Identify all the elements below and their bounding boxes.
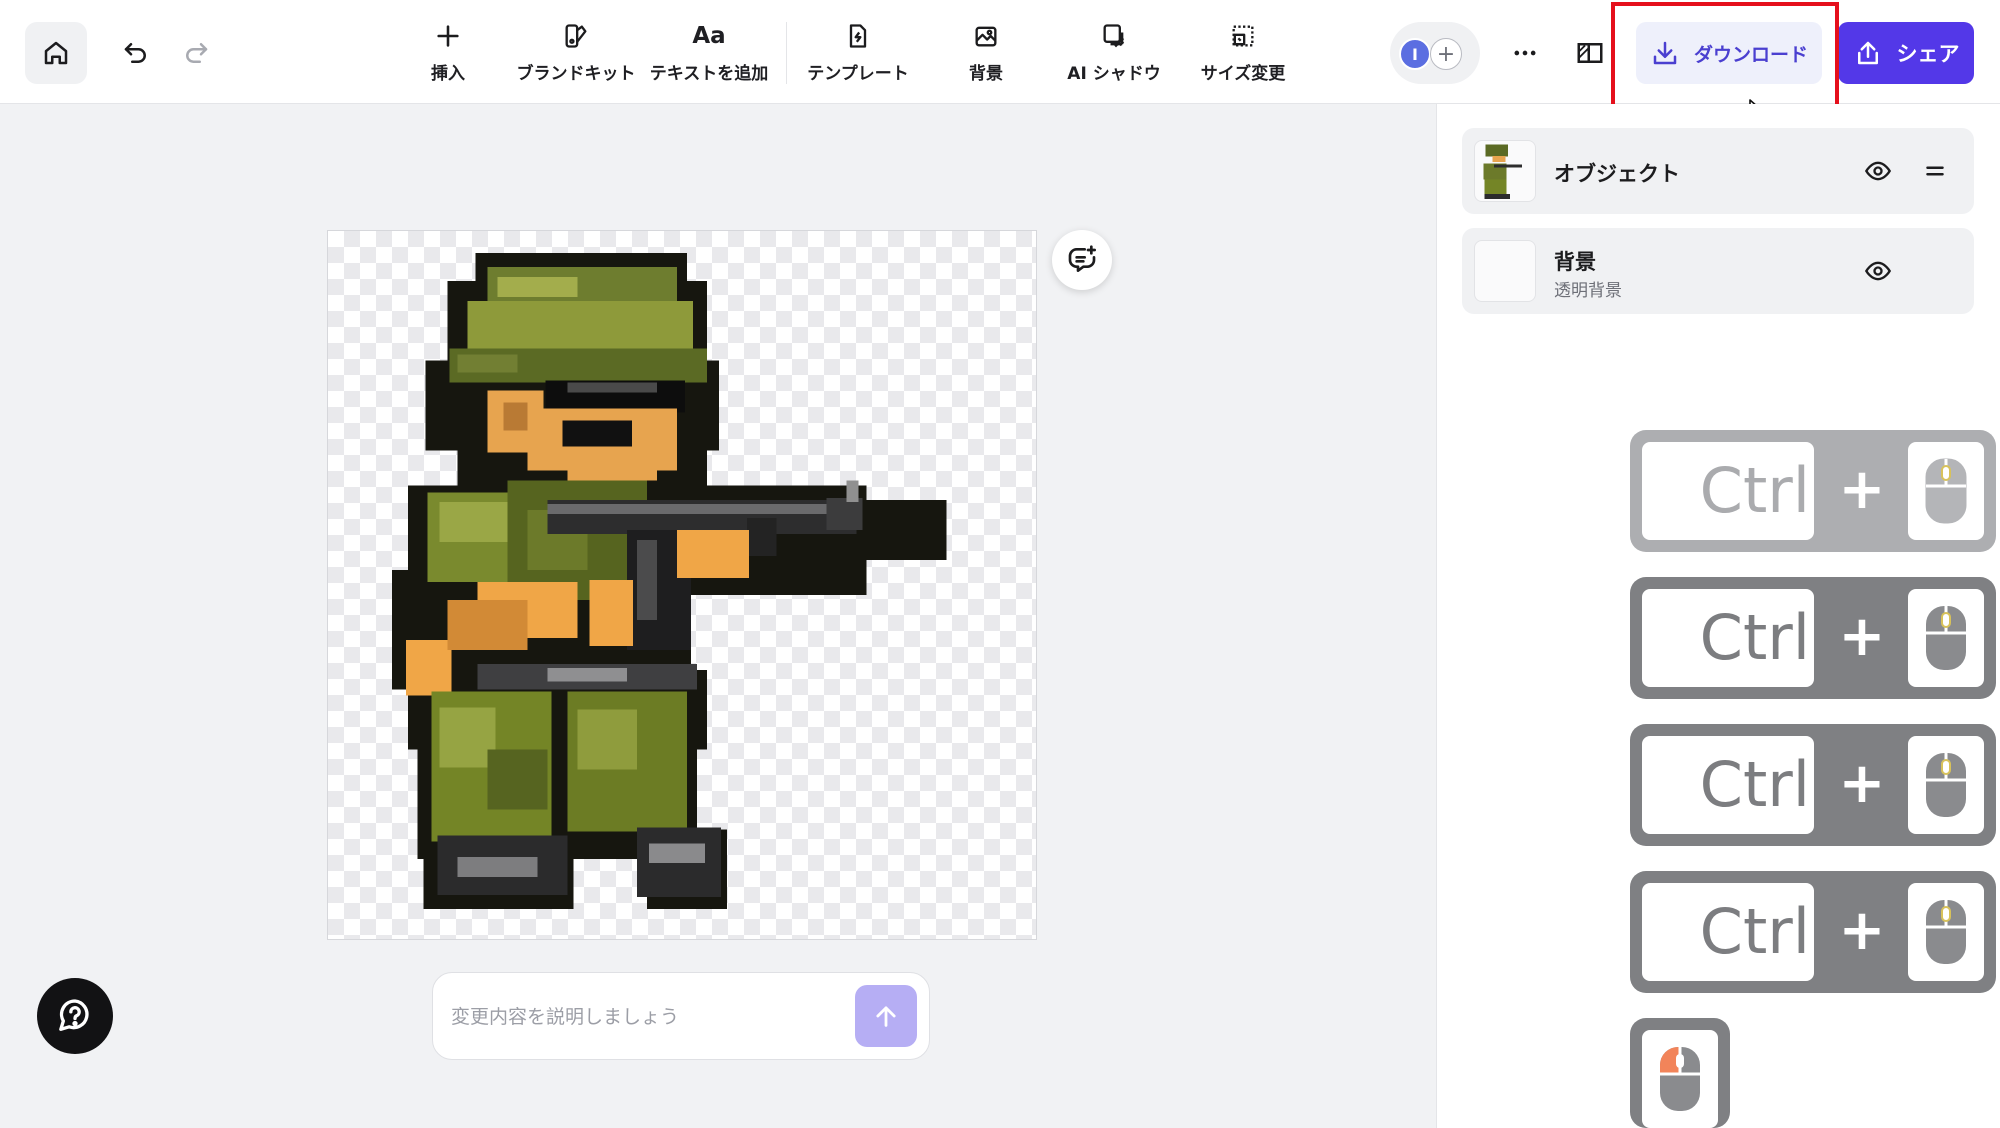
tool-template-label: テンプレート bbox=[807, 64, 909, 84]
key-hint-ctrl-scroll: Ctrl + bbox=[1630, 871, 1996, 993]
collaborators: I + bbox=[1390, 22, 1480, 84]
plus-icon bbox=[437, 25, 459, 47]
tool-resize[interactable]: サイズ変更 bbox=[1200, 22, 1286, 84]
layer-name: オブジェクト bbox=[1554, 162, 1680, 186]
tool-insert[interactable]: 挿入 bbox=[420, 22, 476, 84]
mouse-key bbox=[1908, 442, 1984, 540]
arrow-up-icon bbox=[876, 1006, 896, 1027]
download-icon bbox=[1653, 41, 1677, 65]
tool-add-text[interactable]: Aa テキストを追加 bbox=[650, 22, 769, 84]
prompt-input[interactable] bbox=[451, 995, 851, 1039]
visibility-eye-icon[interactable] bbox=[1862, 157, 1894, 185]
tool-ai-shadow[interactable]: AI シャドウ bbox=[1067, 22, 1161, 84]
download-button-label: ダウンロード bbox=[1693, 43, 1808, 66]
tool-template[interactable]: テンプレート bbox=[807, 22, 909, 84]
drag-handle-icon[interactable] bbox=[1922, 158, 1948, 184]
top-toolbar: 挿入 ブランドキット Aa テキストを追加 テンプレート 背景 AI シャドウ … bbox=[0, 0, 2000, 104]
layer-thumbnail bbox=[1474, 240, 1536, 302]
help-button[interactable] bbox=[37, 978, 113, 1054]
ctrl-key: Ctrl bbox=[1642, 736, 1814, 834]
tool-add-text-label: テキストを追加 bbox=[649, 64, 769, 84]
ai-shadow-icon bbox=[1103, 24, 1125, 48]
key-hint-ctrl-scroll: Ctrl + bbox=[1630, 577, 1996, 699]
redo-icon bbox=[186, 43, 208, 63]
mouse-key bbox=[1908, 883, 1984, 981]
layer-thumbnail bbox=[1474, 140, 1536, 202]
visibility-eye-icon[interactable] bbox=[1862, 257, 1894, 285]
share-button-label: シェア bbox=[1896, 42, 1960, 66]
key-hint-left-click bbox=[1630, 1018, 1730, 1128]
tool-background[interactable]: 背景 bbox=[965, 22, 1007, 84]
layer-item-background[interactable]: 背景 透明背景 bbox=[1462, 228, 1974, 314]
design-canvas[interactable] bbox=[327, 230, 1037, 940]
mouse-scroll-icon bbox=[1925, 458, 1967, 524]
tool-brand-kit-label: ブランドキット bbox=[516, 64, 636, 84]
plus-sign: + bbox=[1838, 751, 1886, 816]
compare-view-button[interactable] bbox=[1563, 22, 1617, 84]
text-icon: Aa bbox=[692, 23, 726, 49]
toolbar-divider bbox=[786, 22, 787, 84]
mouse-key bbox=[1908, 736, 1984, 834]
mouse-scroll-icon bbox=[1926, 753, 1966, 817]
undo-icon bbox=[124, 43, 146, 63]
resize-icon bbox=[1232, 25, 1254, 47]
home-button[interactable] bbox=[25, 22, 87, 84]
download-button[interactable]: ダウンロード bbox=[1636, 22, 1822, 84]
plus-sign: + bbox=[1838, 457, 1886, 522]
key-hint-ctrl-scroll: Ctrl + bbox=[1630, 724, 1996, 846]
tool-brand-kit[interactable]: ブランドキット bbox=[517, 22, 636, 84]
mouse-left-click-icon bbox=[1660, 1047, 1700, 1111]
home-icon bbox=[44, 41, 68, 65]
template-icon bbox=[849, 24, 867, 48]
redo-button[interactable] bbox=[165, 22, 227, 84]
mouse-key bbox=[1642, 1030, 1718, 1128]
tool-background-label: 背景 bbox=[969, 64, 1003, 84]
layer-subtitle: 透明背景 bbox=[1554, 281, 1622, 301]
mouse-key bbox=[1908, 589, 1984, 687]
key-hint-ctrl-scroll: Ctrl + bbox=[1630, 430, 1996, 552]
share-icon bbox=[1857, 41, 1878, 65]
undo-button[interactable] bbox=[105, 22, 167, 84]
background-icon bbox=[975, 26, 997, 47]
ctrl-key: Ctrl bbox=[1642, 442, 1814, 540]
plus-sign: + bbox=[1838, 898, 1886, 963]
brand-kit-icon bbox=[565, 24, 587, 48]
plus-sign: + bbox=[1838, 604, 1886, 669]
compare-icon bbox=[1577, 43, 1603, 63]
soldier-image[interactable] bbox=[328, 231, 1036, 939]
mouse-scroll-icon bbox=[1926, 900, 1966, 964]
prompt-box bbox=[432, 972, 930, 1060]
add-collaborator-button[interactable]: + bbox=[1430, 38, 1462, 70]
share-button[interactable]: シェア bbox=[1838, 22, 1974, 84]
layer-item-object[interactable]: オブジェクト bbox=[1462, 128, 1974, 214]
ctrl-key: Ctrl bbox=[1642, 883, 1814, 981]
ctrl-key: Ctrl bbox=[1642, 589, 1814, 687]
tool-resize-label: サイズ変更 bbox=[1200, 64, 1286, 84]
more-icon bbox=[1514, 50, 1536, 56]
tool-ai-shadow-label: AI シャドウ bbox=[1067, 64, 1161, 84]
mouse-scroll-icon bbox=[1926, 606, 1966, 670]
feedback-button[interactable] bbox=[1052, 230, 1112, 290]
send-button[interactable] bbox=[855, 985, 917, 1047]
tool-insert-label: 挿入 bbox=[431, 64, 465, 84]
avatar[interactable]: I bbox=[1399, 38, 1431, 70]
help-icon bbox=[59, 999, 89, 1031]
more-options-button[interactable] bbox=[1500, 22, 1550, 84]
feedback-chat-icon bbox=[1068, 245, 1096, 272]
layer-name: 背景 bbox=[1554, 250, 1596, 274]
